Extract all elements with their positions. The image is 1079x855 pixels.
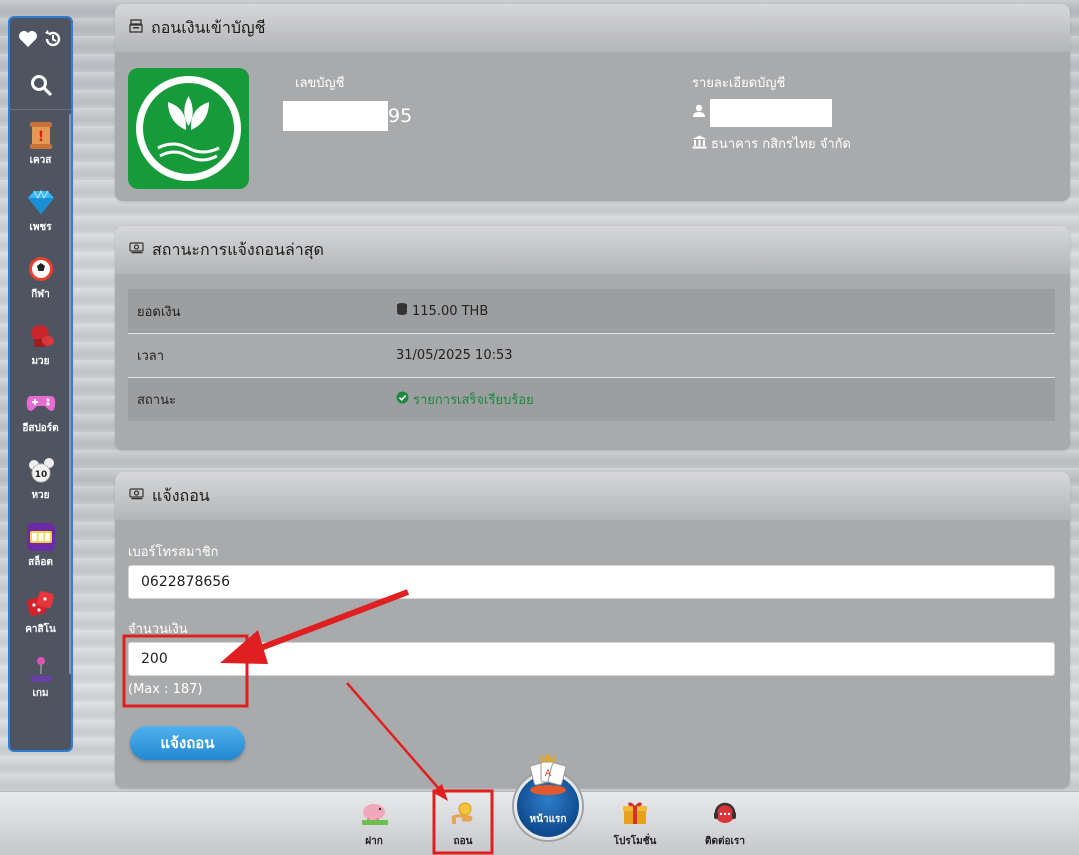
bank-logo	[128, 68, 249, 189]
sidebar-item-diamond[interactable]: เพชร	[10, 177, 71, 244]
history-icon[interactable]	[43, 29, 63, 53]
table-row: ยอดเงิน 115.00 THB	[128, 289, 1055, 333]
member-phone-field[interactable]	[128, 565, 1055, 599]
max-amount-note: (Max : 187)	[128, 682, 203, 697]
account-details-label: รายละเอียดบัญชี	[692, 76, 786, 91]
status-value: รายการเสร็จเรียบร้อย	[396, 389, 534, 410]
nav-deposit-label: ฝาก	[365, 836, 383, 847]
withdraw-card-title: แจ้งถอน	[152, 485, 210, 505]
redacted-account-number	[283, 101, 388, 131]
dice-icon	[24, 588, 58, 620]
sidebar-item-label: เพชร	[29, 222, 52, 233]
sidebar-item-casino[interactable]: คาสิโน	[10, 579, 71, 646]
account-number: 95	[283, 101, 412, 131]
coins-icon	[396, 302, 408, 320]
amount-value: 115.00 THB	[412, 303, 489, 319]
nav-contact-label: ติดต่อเรา	[705, 836, 745, 847]
row-key: สถานะ	[137, 393, 176, 408]
sidebar-item-esport[interactable]: อีสปอร์ต	[10, 378, 71, 445]
withdraw-card-header: แจ้งถอน	[115, 472, 1070, 520]
boxing-glove-icon	[24, 320, 58, 352]
svg-text:10: 10	[34, 470, 47, 480]
nav-home[interactable]: A หน้าแรก	[510, 750, 586, 845]
status-table: ยอดเงิน 115.00 THB เวลา 31/05/2025 10:53…	[128, 289, 1055, 421]
account-holder-row	[692, 99, 851, 127]
status-text: รายการเสร็จเรียบร้อย	[413, 393, 534, 408]
time-value: 31/05/2025 10:53	[396, 348, 513, 363]
account-number-suffix: 95	[388, 105, 413, 127]
sidebar: ! เควส เพชร กีฬา มวย อีสปอร์ต 10 หวย สล็…	[8, 16, 73, 752]
sidebar-item-quest[interactable]: ! เควส	[10, 110, 71, 177]
joystick-icon	[24, 654, 58, 684]
table-row: เวลา 31/05/2025 10:53	[128, 333, 1055, 377]
bank-building-icon	[692, 135, 707, 153]
sidebar-item-label: หวย	[31, 490, 50, 501]
soccer-ball-icon	[24, 253, 58, 285]
sidebar-item-label: สล็อต	[28, 557, 53, 568]
headset-icon	[710, 800, 740, 830]
withdraw-card: แจ้งถอน เบอร์โทรสมาชิก จำนวนเงิน (Max : …	[115, 472, 1070, 788]
account-card: ถอนเงินเข้าบัญชี เลขบัญชี 95 รายละเอียดบ…	[115, 4, 1070, 201]
account-card-title: ถอนเงินเข้าบัญชี	[151, 17, 266, 37]
money-bill-icon	[129, 488, 144, 504]
account-card-header: ถอนเงินเข้าบัญชี	[115, 4, 1070, 52]
svg-text:A: A	[545, 769, 552, 779]
gift-icon	[620, 800, 650, 830]
status-card-header: สถานะการแจ้งถอนล่าสุด	[115, 226, 1070, 274]
cash-register-icon	[129, 19, 143, 37]
amount-label: จำนวนเงิน	[128, 622, 188, 637]
svg-text:!: !	[37, 129, 43, 145]
playing-cards-icon: A	[524, 752, 572, 802]
nav-home-label: หน้าแรก	[529, 814, 567, 825]
nav-contact[interactable]: ติดต่อเรา	[690, 800, 760, 849]
bank-name-row: ธนาคาร กสิกรไทย จำกัด	[692, 133, 851, 154]
sidebar-item-lottery[interactable]: 10 หวย	[10, 445, 71, 512]
hand-coin-icon	[448, 800, 478, 830]
sidebar-item-label: คาสิโน	[25, 624, 56, 635]
bank-name: ธนาคาร กสิกรไทย จำกัด	[711, 137, 851, 152]
check-circle-icon	[396, 391, 409, 408]
nav-promotion-label: โปรโมชั่น	[613, 836, 657, 847]
money-bill-icon	[129, 242, 144, 258]
account-details-block: รายละเอียดบัญชี ธนาคาร กสิกรไทย จำกัด	[692, 72, 851, 154]
row-key: ยอดเงิน	[137, 304, 181, 320]
sidebar-scrollbar[interactable]	[69, 114, 71, 674]
search-icon[interactable]	[30, 74, 52, 100]
lottery-balls-icon: 10	[24, 454, 58, 486]
sidebar-search[interactable]	[10, 64, 71, 110]
piggy-bank-icon	[358, 800, 390, 830]
sidebar-item-game[interactable]: เกม	[10, 646, 71, 699]
favorite-heart-icon[interactable]	[18, 30, 38, 52]
row-key: เวลา	[137, 349, 165, 364]
slot-machine-icon	[24, 521, 58, 553]
account-number-block: เลขบัญชี 95	[283, 72, 412, 131]
nav-withdraw[interactable]: ถอน	[428, 800, 498, 849]
redacted-account-holder	[710, 99, 832, 127]
sidebar-item-slot[interactable]: สล็อต	[10, 512, 71, 579]
gamepad-icon	[24, 387, 58, 419]
nav-deposit[interactable]: ฝาก	[339, 800, 409, 849]
member-phone-label: เบอร์โทรสมาชิก	[128, 545, 219, 560]
table-row: สถานะ รายการเสร็จเรียบร้อย	[128, 377, 1055, 421]
amount-field[interactable]	[128, 642, 1055, 676]
sidebar-item-label: เควส	[29, 155, 52, 166]
sidebar-item-label: เกม	[32, 688, 49, 699]
diamond-icon	[24, 186, 58, 218]
sidebar-item-label: อีสปอร์ต	[22, 423, 59, 434]
sidebar-item-label: กีฬา	[31, 289, 50, 300]
sidebar-item-sport[interactable]: กีฬา	[10, 244, 71, 311]
sidebar-item-boxing[interactable]: มวย	[10, 311, 71, 378]
row-value: 115.00 THB	[396, 302, 488, 320]
submit-withdraw-button[interactable]: แจ้งถอน	[130, 726, 245, 760]
nav-promotion[interactable]: โปรโมชั่น	[600, 800, 670, 849]
scroll-icon: !	[24, 119, 58, 151]
user-icon	[692, 104, 706, 122]
sidebar-item-label: มวย	[31, 356, 50, 367]
sidebar-top	[10, 18, 71, 64]
account-number-label: เลขบัญชี	[295, 76, 345, 91]
nav-withdraw-label: ถอน	[453, 836, 473, 847]
status-card-title: สถานะการแจ้งถอนล่าสุด	[152, 239, 324, 259]
